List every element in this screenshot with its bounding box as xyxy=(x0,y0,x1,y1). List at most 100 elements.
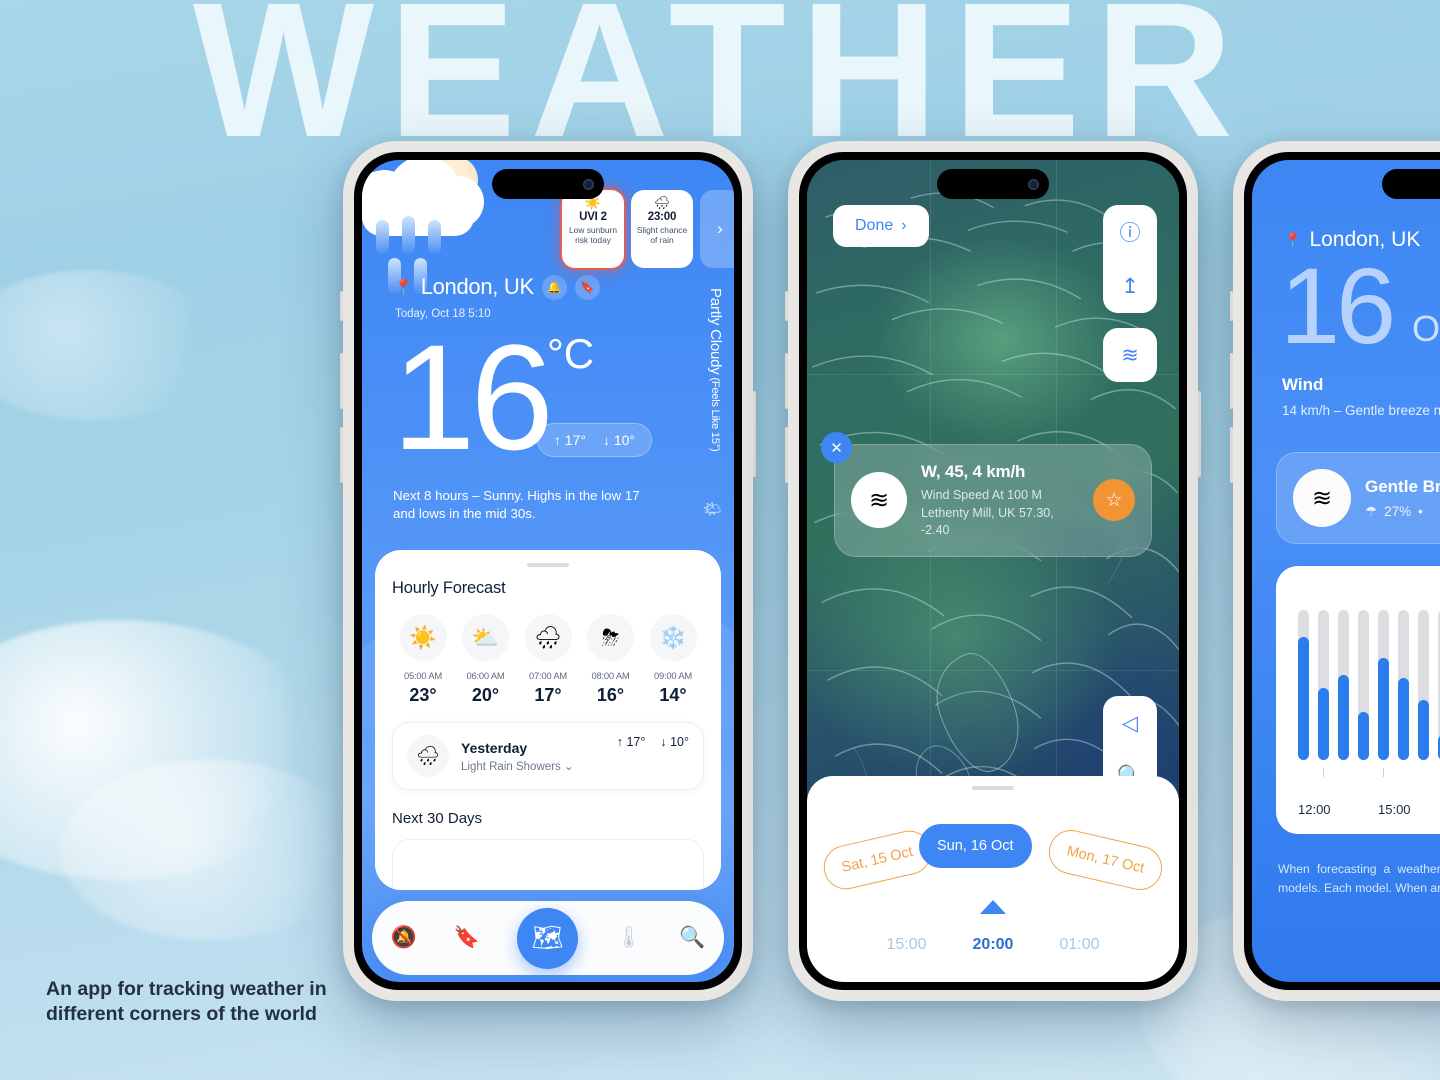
rain-drop xyxy=(376,220,389,254)
map-icon[interactable]: 🗺 xyxy=(517,907,579,969)
bell-icon[interactable]: 🔔 xyxy=(541,274,567,300)
sheet-grabber[interactable] xyxy=(527,563,569,567)
next-days-card[interactable] xyxy=(392,839,704,890)
hour-temp: 17° xyxy=(534,685,562,705)
location-name: London, UK xyxy=(420,274,535,299)
chart-bar-fill xyxy=(1338,674,1349,760)
phone-notch xyxy=(937,169,1049,199)
star-icon[interactable]: ☆ xyxy=(1093,479,1135,522)
rain-chance-chip[interactable]: 🌧 23:00 Slight chance of rain xyxy=(631,190,693,268)
chart-bar[interactable] xyxy=(1318,610,1329,760)
high-low-pill[interactable]: ↑ 17° ↓ 10° xyxy=(536,423,652,457)
chart-tick xyxy=(1358,767,1369,777)
navigation-arrow-icon[interactable]: ◁ xyxy=(1103,696,1157,750)
phone-side-button xyxy=(1230,353,1233,409)
precipitation-value: 27% xyxy=(1384,504,1412,519)
time-option-current[interactable]: 20:00 xyxy=(973,936,1014,954)
hour-item[interactable]: ⛈ 08:00 AM 16° xyxy=(580,614,642,706)
rain-cloud-illustration xyxy=(362,160,496,294)
chart-bar-fill xyxy=(1358,712,1369,760)
chevron-down-icon[interactable]: ⌄ xyxy=(564,761,574,773)
yesterday-card[interactable]: 🌧 Yesterday Light Rain Showers ⌄ ↑ 17° ↓… xyxy=(392,722,704,790)
upload-icon[interactable]: ↥ xyxy=(1103,259,1157,313)
date-chip-row: Sat, 15 Oct Sun, 16 Oct Mon, 17 Oct 15:0… xyxy=(807,808,1179,953)
bookmark-icon[interactable]: 🔖 xyxy=(454,926,480,950)
partly-cloudy-icon: ⛅ xyxy=(462,614,509,661)
uv-chip-subtitle: Low sunburn risk today xyxy=(569,225,617,246)
wind-detail-line1: Wind Speed At 100 M xyxy=(921,488,1042,502)
close-icon[interactable]: ✕ xyxy=(821,432,852,463)
hourly-row: ☀️ 05:00 AM 23° ⛅ 06:00 AM 20° 🌧 07:00 A… xyxy=(392,614,704,706)
snowflake-icon: ❄️ xyxy=(649,614,697,661)
chart-bar-fill xyxy=(1418,700,1429,760)
chart-bar[interactable] xyxy=(1358,610,1369,760)
feels-like-text: (Feels Like 15°) xyxy=(709,374,721,452)
front-camera-icon xyxy=(583,178,594,190)
phone-side-button xyxy=(785,427,788,483)
storm-cloud-icon: ⛈ xyxy=(587,614,634,661)
date-chip-current[interactable]: Sun, 16 Oct xyxy=(919,824,1032,868)
hour-item[interactable]: ☀️ 05:00 AM 23° xyxy=(392,614,454,706)
yesterday-condition-row[interactable]: Light Rain Showers ⌄ xyxy=(461,759,574,773)
wind-summary-card[interactable]: ≋ Gentle Breeze ☂ 27% • xyxy=(1276,452,1440,544)
date-chip-next[interactable]: Mon, 17 Oct xyxy=(1044,825,1167,895)
chart-tick xyxy=(1338,767,1349,777)
phone-side-button xyxy=(1198,391,1201,477)
done-button[interactable]: Done › xyxy=(833,205,929,247)
info-circle-icon[interactable]: ⓘ xyxy=(1103,205,1157,259)
wind-icon: ≋ xyxy=(1293,469,1351,527)
metric-subtitle: 14 km/h – Gentle breeze now xyxy=(1282,403,1440,418)
rain-drop xyxy=(402,216,415,254)
chart-x-label: 12:00 xyxy=(1298,802,1331,817)
time-option-next[interactable]: 01:00 xyxy=(1059,936,1099,954)
chevron-right-icon[interactable]: › xyxy=(700,190,734,268)
bell-off-icon[interactable]: 🔕 xyxy=(391,926,417,950)
location-row[interactable]: 📍 London, UK 🔔 🔖 xyxy=(394,274,600,300)
hour-temp: 16° xyxy=(596,685,625,705)
chart-tick: | xyxy=(1322,767,1325,777)
phone-1-frame: ☀️ UVI 2 Low sunburn risk today 🌧 23:00 … xyxy=(340,141,756,1001)
partly-cloudy-icon: 🌤 xyxy=(702,501,722,518)
wind-detail-title: W, 45, 4 km/h xyxy=(921,462,1026,481)
phone-2-frame: Done › ⓘ ↥ ≋ ◁ 🔍 ✕ ≋ W, xyxy=(785,141,1201,1001)
poster-stage: WEATHER An app for tracking weather in d… xyxy=(0,0,1440,1080)
metric-title: Wind xyxy=(1282,375,1324,394)
cloud-decoration xyxy=(60,760,360,940)
hour-item[interactable]: ⛅ 06:00 AM 20° xyxy=(455,614,517,706)
hour-item[interactable]: 🌧 07:00 AM 17° xyxy=(517,614,579,706)
chart-bar[interactable] xyxy=(1418,610,1429,760)
search-icon[interactable]: 🔍 xyxy=(679,926,705,950)
chart-bar[interactable] xyxy=(1298,610,1309,760)
phone-side-button xyxy=(340,353,343,409)
uv-index-chip[interactable]: ☀️ UVI 2 Low sunburn risk today xyxy=(562,190,624,268)
wind-icon[interactable]: ≋ xyxy=(1103,328,1157,382)
chart-tick xyxy=(1298,767,1309,777)
chart-bar[interactable] xyxy=(1398,610,1409,760)
sheet-grabber[interactable] xyxy=(972,786,1014,790)
phone-1-screen: ☀️ UVI 2 Low sunburn risk today 🌧 23:00 … xyxy=(362,160,734,982)
high-temp: ↑ 17° xyxy=(553,432,586,448)
date-chip-prev[interactable]: Sat, 15 Oct xyxy=(819,826,936,894)
rain-chip-subtitle: Slight chance of rain xyxy=(636,225,688,246)
rain-drop xyxy=(428,220,441,254)
wind-detail-card[interactable]: ≋ W, 45, 4 km/h Wind Speed At 100 M Leth… xyxy=(834,444,1152,557)
yesterday-hilo: ↑ 17° ↓ 10° xyxy=(617,735,689,749)
info-chip-carousel[interactable]: ☀️ UVI 2 Low sunburn risk today 🌧 23:00 … xyxy=(562,190,734,268)
thermometer-icon[interactable]: 🌡 xyxy=(615,926,642,950)
bookmark-icon[interactable]: 🔖 xyxy=(574,274,600,300)
phone-side-button xyxy=(785,353,788,409)
hourly-forecast-sheet: Hourly Forecast ☀️ 05:00 AM 23° ⛅ 06:00 … xyxy=(375,550,721,890)
hour-item[interactable]: ❄️ 09:00 AM 14° xyxy=(642,614,704,706)
time-option-prev[interactable]: 15:00 xyxy=(886,936,926,954)
hour-time: 06:00 AM xyxy=(466,670,505,681)
umbrella-icon: ☂ xyxy=(1365,503,1378,519)
wind-bar-chart[interactable]: ||| 12:00 15:00 20:00 xyxy=(1276,566,1440,834)
sun-icon: ☀️ xyxy=(399,614,447,661)
phone-3-body: 📍 London, UK 16 Oct Wind 14 km/h – Gentl… xyxy=(1244,152,1440,990)
poster-caption: An app for tracking weather in different… xyxy=(46,977,327,1026)
phone-2-screen: Done › ⓘ ↥ ≋ ◁ 🔍 ✕ ≋ W, xyxy=(807,160,1179,982)
chart-bar[interactable] xyxy=(1378,610,1389,760)
yesterday-condition: Light Rain Showers xyxy=(461,760,561,773)
month-label: Oct xyxy=(1412,308,1440,349)
chart-bar[interactable] xyxy=(1338,610,1349,760)
